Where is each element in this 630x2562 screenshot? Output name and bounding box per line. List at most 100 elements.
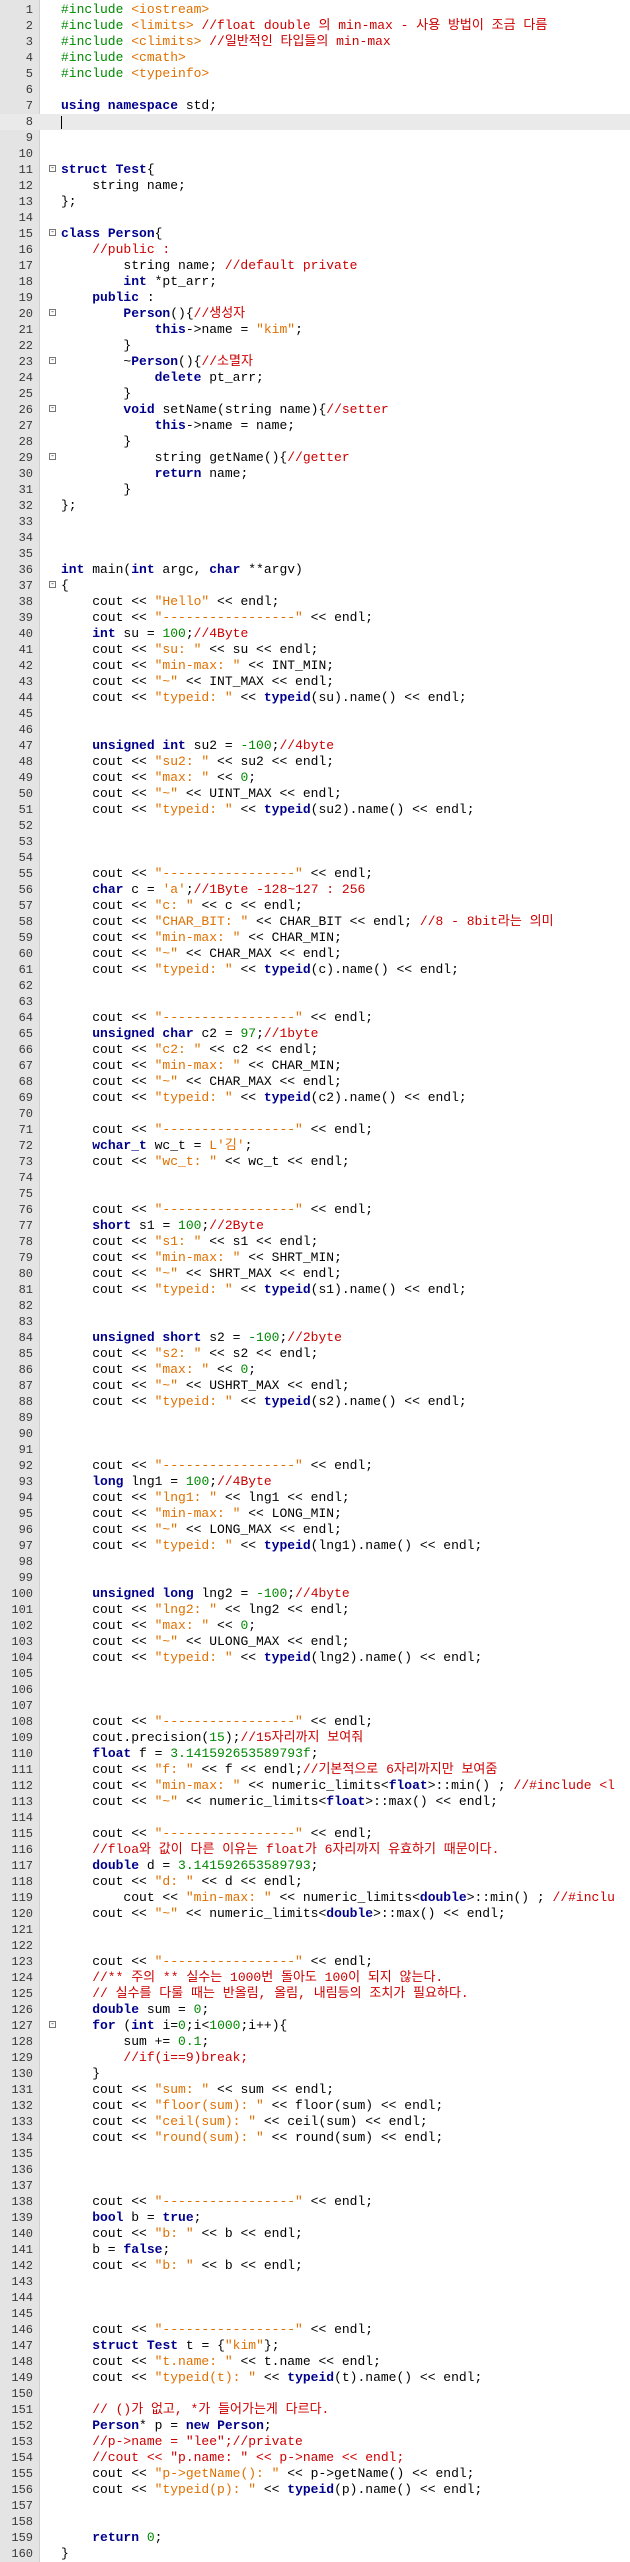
code-line[interactable]: 148 cout << "t.name: " << t.name << endl… bbox=[0, 2354, 630, 2370]
code-line[interactable]: 95 cout << "min-max: " << LONG_MIN; bbox=[0, 1506, 630, 1522]
code-line[interactable]: 28 } bbox=[0, 434, 630, 450]
code-line[interactable]: 50 cout << "~" << UINT_MAX << endl; bbox=[0, 786, 630, 802]
code-line[interactable]: 104 cout << "typeid: " << typeid(lng2).n… bbox=[0, 1650, 630, 1666]
code-line[interactable]: 72 wchar_t wc_t = L'김'; bbox=[0, 1138, 630, 1154]
code-line[interactable]: 82 bbox=[0, 1298, 630, 1314]
code-line[interactable]: 112 cout << "min-max: " << numeric_limit… bbox=[0, 1778, 630, 1794]
code-line[interactable]: 14 bbox=[0, 210, 630, 226]
code-line[interactable]: 102 cout << "max: " << 0; bbox=[0, 1618, 630, 1634]
code-line[interactable]: 118 cout << "d: " << d << endl; bbox=[0, 1874, 630, 1890]
code-line[interactable]: 74 bbox=[0, 1170, 630, 1186]
code-line[interactable]: 116 //floa와 값이 다른 이유는 float가 6자리까지 유효하기 … bbox=[0, 1842, 630, 1858]
code-line[interactable]: 41 cout << "su: " << su << endl; bbox=[0, 642, 630, 658]
code-line[interactable]: 26 - void setName(string name){//setter bbox=[0, 402, 630, 418]
code-line[interactable]: 143 bbox=[0, 2274, 630, 2290]
code-line[interactable]: 98 bbox=[0, 1554, 630, 1570]
code-line[interactable]: 152 Person* p = new Person; bbox=[0, 2418, 630, 2434]
code-line[interactable]: 107 bbox=[0, 1698, 630, 1714]
code-line[interactable]: 70 bbox=[0, 1106, 630, 1122]
code-line[interactable]: 124 //** 주의 ** 실수는 1000번 돌아도 100이 되지 않는다… bbox=[0, 1970, 630, 1986]
code-line[interactable]: 84 unsigned short s2 = -100;//2byte bbox=[0, 1330, 630, 1346]
code-line[interactable]: 40 int su = 100;//4Byte bbox=[0, 626, 630, 642]
code-line[interactable]: 92 cout << "-----------------" << endl; bbox=[0, 1458, 630, 1474]
code-line[interactable]: 81 cout << "typeid: " << typeid(s1).name… bbox=[0, 1282, 630, 1298]
code-line[interactable]: 88 cout << "typeid: " << typeid(s2).name… bbox=[0, 1394, 630, 1410]
code-line[interactable]: 130 } bbox=[0, 2066, 630, 2082]
code-line[interactable]: 67 cout << "min-max: " << CHAR_MIN; bbox=[0, 1058, 630, 1074]
code-line[interactable]: 56 char c = 'a';//1Byte -128~127 : 256 bbox=[0, 882, 630, 898]
code-line[interactable]: 20 - Person(){//생성자 bbox=[0, 306, 630, 322]
code-line[interactable]: 90 bbox=[0, 1426, 630, 1442]
code-line[interactable]: 96 cout << "~" << LONG_MAX << endl; bbox=[0, 1522, 630, 1538]
code-line[interactable]: 34 bbox=[0, 530, 630, 546]
code-line[interactable]: 71 cout << "-----------------" << endl; bbox=[0, 1122, 630, 1138]
code-line[interactable]: 132 cout << "floor(sum): " << floor(sum)… bbox=[0, 2098, 630, 2114]
code-line[interactable]: 111 cout << "f: " << f << endl;//기본적으로 6… bbox=[0, 1762, 630, 1778]
code-line[interactable]: 114 bbox=[0, 1810, 630, 1826]
code-line[interactable]: 65 unsigned char c2 = 97;//1byte bbox=[0, 1026, 630, 1042]
code-line[interactable]: 48 cout << "su2: " << su2 << endl; bbox=[0, 754, 630, 770]
code-line[interactable]: 93 long lng1 = 100;//4Byte bbox=[0, 1474, 630, 1490]
code-line[interactable]: 32}; bbox=[0, 498, 630, 514]
code-line[interactable]: 78 cout << "s1: " << s1 << endl; bbox=[0, 1234, 630, 1250]
code-line[interactable]: 133 cout << "ceil(sum): " << ceil(sum) <… bbox=[0, 2114, 630, 2130]
code-line[interactable]: 62 bbox=[0, 978, 630, 994]
code-line[interactable]: 66 cout << "c2: " << c2 << endl; bbox=[0, 1042, 630, 1058]
code-line[interactable]: 39 cout << "-----------------" << endl; bbox=[0, 610, 630, 626]
code-line[interactable]: 154 //cout << "p.name: " << p->name << e… bbox=[0, 2450, 630, 2466]
code-line[interactable]: 86 cout << "max: " << 0; bbox=[0, 1362, 630, 1378]
code-line[interactable]: 123 cout << "-----------------" << endl; bbox=[0, 1954, 630, 1970]
code-line[interactable]: 22 } bbox=[0, 338, 630, 354]
code-line[interactable]: 24 delete pt_arr; bbox=[0, 370, 630, 386]
code-line[interactable]: 146 cout << "-----------------" << endl; bbox=[0, 2322, 630, 2338]
code-line[interactable]: 138 cout << "-----------------" << endl; bbox=[0, 2194, 630, 2210]
code-line[interactable]: 105 bbox=[0, 1666, 630, 1682]
code-line[interactable]: 52 bbox=[0, 818, 630, 834]
code-line[interactable]: 79 cout << "min-max: " << SHRT_MIN; bbox=[0, 1250, 630, 1266]
code-line[interactable]: 10 bbox=[0, 146, 630, 162]
code-line[interactable]: 54 bbox=[0, 850, 630, 866]
code-line[interactable]: 69 cout << "typeid: " << typeid(c2).name… bbox=[0, 1090, 630, 1106]
code-line[interactable]: 153 //p->name = "lee";//private bbox=[0, 2434, 630, 2450]
fold-toggle-icon[interactable]: - bbox=[49, 453, 56, 461]
code-line[interactable]: 77 short s1 = 100;//2Byte bbox=[0, 1218, 630, 1234]
code-line[interactable]: 120 cout << "~" << numeric_limits<double… bbox=[0, 1906, 630, 1922]
fold-toggle-icon[interactable]: - bbox=[49, 309, 56, 317]
code-editor[interactable]: 1 #include <iostream> 2 #include <limits> /… bbox=[0, 0, 630, 2562]
code-line[interactable]: 141 b = false; bbox=[0, 2242, 630, 2258]
code-line[interactable]: 151 // ()가 없고, *가 들어가는게 다르다. bbox=[0, 2402, 630, 2418]
fold-toggle-icon[interactable]: - bbox=[49, 229, 56, 237]
code-line[interactable]: 159 return 0; bbox=[0, 2530, 630, 2546]
code-line[interactable]: 94 cout << "lng1: " << lng1 << endl; bbox=[0, 1490, 630, 1506]
code-line[interactable]: 129 //if(i==9)break; bbox=[0, 2050, 630, 2066]
code-line[interactable]: 160} bbox=[0, 2546, 630, 2562]
code-line[interactable]: 101 cout << "lng2: " << lng2 << endl; bbox=[0, 1602, 630, 1618]
code-line[interactable]: 12 string name; bbox=[0, 178, 630, 194]
code-line[interactable]: 9 bbox=[0, 130, 630, 146]
fold-toggle-icon[interactable]: - bbox=[49, 2021, 56, 2029]
code-line[interactable]: 42 cout << "min-max: " << INT_MIN; bbox=[0, 658, 630, 674]
code-line[interactable]: 125 // 실수를 다룰 때는 반올림, 올림, 내림등의 조치가 필요하다. bbox=[0, 1986, 630, 2002]
code-line[interactable]: 150 bbox=[0, 2386, 630, 2402]
code-line[interactable]: 155 cout << "p->getName(): " << p->getNa… bbox=[0, 2466, 630, 2482]
code-line[interactable]: 135 bbox=[0, 2146, 630, 2162]
code-line[interactable]: 91 bbox=[0, 1442, 630, 1458]
code-line[interactable]: 19 public : bbox=[0, 290, 630, 306]
code-line[interactable]: 58 cout << "CHAR_BIT: " << CHAR_BIT << e… bbox=[0, 914, 630, 930]
code-line[interactable]: 30 return name; bbox=[0, 466, 630, 482]
code-line[interactable]: 36 int main(int argc, char **argv) bbox=[0, 562, 630, 578]
code-line[interactable]: 140 cout << "b: " << b << endl; bbox=[0, 2226, 630, 2242]
code-line[interactable]: 18 int *pt_arr; bbox=[0, 274, 630, 290]
code-line[interactable]: 75 bbox=[0, 1186, 630, 1202]
code-line[interactable]: 137 bbox=[0, 2178, 630, 2194]
fold-toggle-icon[interactable]: - bbox=[49, 581, 56, 589]
code-line[interactable]: 100 unsigned long lng2 = -100;//4byte bbox=[0, 1586, 630, 1602]
code-line[interactable]: 44 cout << "typeid: " << typeid(su).name… bbox=[0, 690, 630, 706]
code-line[interactable]: 2 #include <limits> //float double 의 min-… bbox=[0, 18, 630, 34]
code-line[interactable]: 119 cout << "min-max: " << numeric_limit… bbox=[0, 1890, 630, 1906]
code-line[interactable]: 87 cout << "~" << USHRT_MAX << endl; bbox=[0, 1378, 630, 1394]
code-line[interactable]: 68 cout << "~" << CHAR_MAX << endl; bbox=[0, 1074, 630, 1090]
code-line[interactable]: 106 bbox=[0, 1682, 630, 1698]
code-line[interactable]: 89 bbox=[0, 1410, 630, 1426]
code-line[interactable]: 142 cout << "b: " << b << endl; bbox=[0, 2258, 630, 2274]
